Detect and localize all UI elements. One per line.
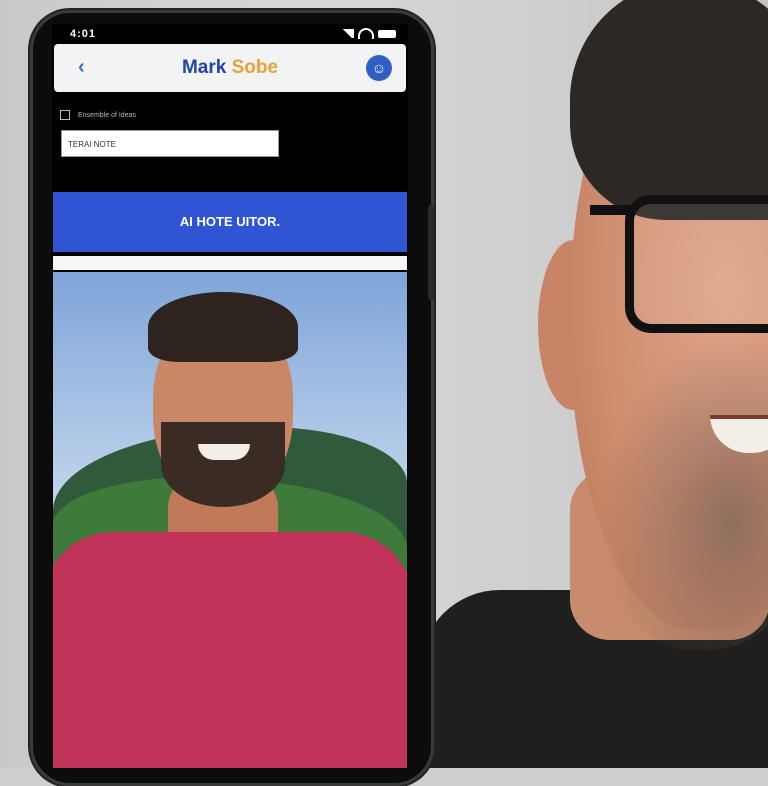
glasses-bridge	[590, 205, 630, 215]
section-icon	[60, 110, 70, 120]
phone-screen: 4:01 ‹ Mark Sobe ☺ Ensemble of Ideas TER…	[52, 24, 408, 768]
photo-tank-top	[53, 532, 407, 768]
photo-smile	[198, 444, 250, 460]
status-bar: 4:01	[52, 24, 408, 46]
banner-divider	[53, 256, 407, 270]
status-icons	[340, 28, 396, 39]
man-hair	[570, 0, 768, 220]
app-title-accent: Sobe	[231, 57, 279, 78]
signal-icon	[340, 29, 354, 38]
photo-beard	[161, 422, 285, 507]
man-with-glasses	[420, 0, 768, 768]
app-title-main: Mark	[181, 57, 232, 78]
app-bar: ‹ Mark Sobe ☺	[54, 44, 406, 92]
section-label-row: Ensemble of Ideas	[60, 110, 136, 120]
status-time: 4:01	[70, 28, 97, 40]
profile-photo	[53, 272, 407, 768]
battery-icon	[378, 29, 396, 38]
phone-side-button	[428, 205, 434, 300]
banner-button[interactable]: AI HOTE UITOR.	[53, 192, 407, 252]
wifi-icon	[358, 28, 374, 39]
man-beard	[600, 330, 768, 650]
photo-hair	[148, 292, 298, 362]
profile-icon[interactable]: ☺	[366, 55, 392, 81]
app-title: Mark Sobe	[54, 57, 406, 79]
glasses	[625, 195, 768, 333]
section-label: Ensemble of Ideas	[78, 111, 136, 119]
text-field[interactable]: TERAI NOTE	[61, 130, 279, 157]
